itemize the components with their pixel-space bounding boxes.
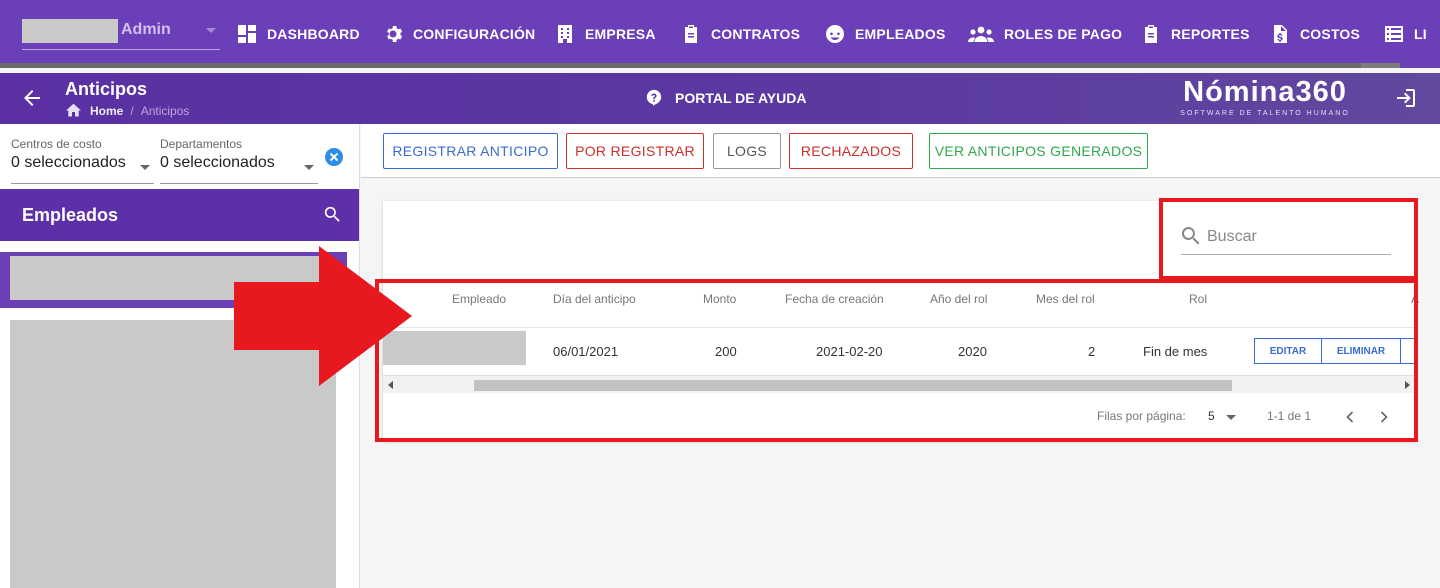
employees-header: Empleados bbox=[0, 189, 359, 241]
nav-item-roles-de-pago[interactable]: ROLES DE PAGO bbox=[968, 22, 1122, 46]
clipboard-icon bbox=[1145, 25, 1157, 43]
rejected-button[interactable]: RECHAZADOS bbox=[789, 133, 913, 169]
help-portal-label: PORTAL DE AYUDA bbox=[675, 90, 807, 106]
loading-progress-bar bbox=[0, 63, 1400, 68]
nav-item-costos[interactable]: COSTOS bbox=[1270, 22, 1360, 46]
chevron-down-icon bbox=[140, 165, 150, 170]
nav-label: ROLES DE PAGO bbox=[1004, 26, 1123, 42]
help-icon bbox=[646, 89, 662, 107]
nav-item-empresa[interactable]: EMPRESA bbox=[555, 22, 656, 46]
redacted-username bbox=[22, 19, 118, 43]
cost-center-filter[interactable]: Centros de costo 0 seleccionados bbox=[11, 137, 154, 184]
user-selector[interactable]: Admin bbox=[22, 18, 220, 50]
chevron-down-icon bbox=[206, 28, 216, 33]
nav-label: LI bbox=[1414, 26, 1427, 42]
logout-icon[interactable] bbox=[1396, 88, 1416, 108]
help-portal-link[interactable]: PORTAL DE AYUDA bbox=[645, 89, 806, 107]
action-toolbar: REGISTRAR ANTICIPO POR REGISTRAR LOGS RE… bbox=[361, 124, 1440, 178]
page-title: Anticipos bbox=[65, 79, 148, 99]
cost-center-label: Centros de costo bbox=[11, 137, 102, 151]
brand-logo: Nómina360 SOFTWARE DE TALENTO HUMANO bbox=[1172, 75, 1358, 117]
nav-item-contratos[interactable]: CONTRATOS bbox=[681, 22, 800, 46]
nav-label: CONTRATOS bbox=[711, 26, 801, 42]
list-icon bbox=[1385, 26, 1403, 42]
nav-item-configuracion[interactable]: CONFIGURACIÓN bbox=[383, 22, 535, 46]
chevron-down-icon bbox=[304, 165, 314, 170]
department-filter[interactable]: Departamentos 0 seleccionados bbox=[160, 137, 318, 184]
search-icon[interactable] bbox=[324, 206, 341, 223]
user-name: Admin bbox=[121, 21, 171, 38]
view-generated-button[interactable]: VER ANTICIPOS GENERADOS bbox=[929, 133, 1148, 169]
dollar-file-icon bbox=[1274, 25, 1287, 43]
nav-item-list[interactable]: LI bbox=[1384, 22, 1427, 46]
nav-item-reportes[interactable]: REPORTES bbox=[1141, 22, 1250, 46]
logs-button[interactable]: LOGS bbox=[713, 133, 781, 169]
building-icon bbox=[558, 25, 572, 43]
department-label: Departamentos bbox=[160, 137, 243, 151]
nav-label: REPORTES bbox=[1171, 26, 1250, 42]
breadcrumb-separator: / bbox=[130, 103, 134, 118]
nav-label: EMPRESA bbox=[585, 26, 656, 42]
top-navigation-bar: Admin DASHBOARD CONFIGURACIÓN EMPRESA CO… bbox=[0, 0, 1440, 68]
dashboard-icon bbox=[238, 25, 256, 43]
clear-filters-icon[interactable] bbox=[325, 148, 343, 166]
group-icon bbox=[968, 26, 994, 42]
breadcrumb-home[interactable]: Home bbox=[90, 104, 123, 118]
register-advance-button[interactable]: REGISTRAR ANTICIPO bbox=[383, 133, 558, 169]
pending-register-button[interactable]: POR REGISTRAR bbox=[566, 133, 704, 169]
brand-name: Nómina360 bbox=[1183, 76, 1347, 108]
nav-label: DASHBOARD bbox=[267, 26, 360, 42]
face-icon bbox=[826, 25, 844, 43]
nav-label: CONFIGURACIÓN bbox=[413, 26, 536, 42]
breadcrumb-current: Anticipos bbox=[140, 103, 190, 118]
brand-tagline: SOFTWARE DE TALENTO HUMANO bbox=[1180, 110, 1350, 117]
page-header: Anticipos Home / Anticipos PORTAL DE AYU… bbox=[0, 73, 1440, 124]
breadcrumb: Home / Anticipos bbox=[66, 103, 189, 118]
employees-title: Empleados bbox=[22, 205, 119, 225]
cost-center-value: 0 seleccionados bbox=[11, 154, 126, 171]
home-icon bbox=[66, 103, 81, 117]
arrow-back-icon[interactable] bbox=[22, 88, 42, 108]
department-value: 0 seleccionados bbox=[160, 154, 275, 171]
clipboard-icon bbox=[685, 25, 697, 43]
nav-label: EMPLEADOS bbox=[855, 26, 946, 42]
highlight-box-search bbox=[1159, 198, 1418, 280]
gear-icon bbox=[387, 26, 403, 42]
nav-item-empleados[interactable]: EMPLEADOS bbox=[825, 22, 945, 46]
highlight-box-table bbox=[375, 279, 1418, 442]
red-arrow-icon bbox=[234, 246, 412, 386]
nav-label: COSTOS bbox=[1300, 26, 1361, 42]
nav-item-dashboard[interactable]: DASHBOARD bbox=[237, 22, 360, 46]
